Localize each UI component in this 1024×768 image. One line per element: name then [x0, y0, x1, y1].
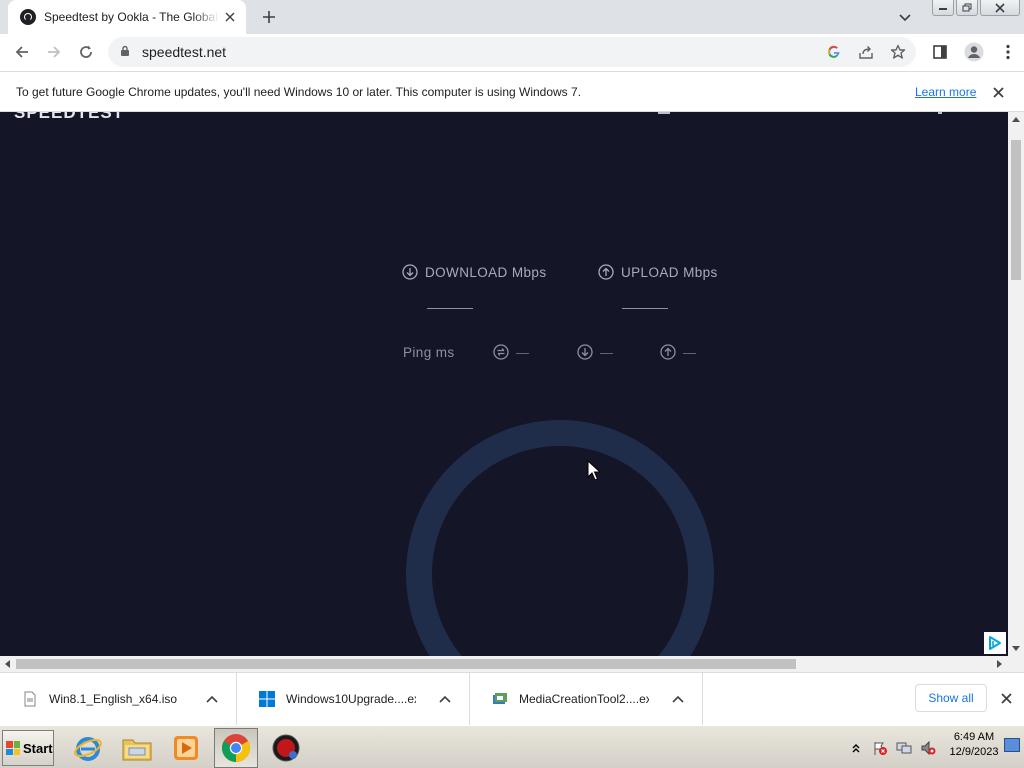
clock-time: 6:49 AM — [953, 731, 995, 743]
scroll-down-arrow-icon[interactable] — [1012, 646, 1020, 651]
chrome-taskbar-icon[interactable] — [214, 728, 258, 768]
tab-speedtest[interactable]: Speedtest by Ookla - The Global Broadban… — [8, 0, 246, 34]
speedtest-page: SPEEDTEST DOWNLOAD Mbps UPLOAD Mbps Ping… — [0, 112, 1008, 656]
address-bar[interactable]: speedtest.net — [108, 37, 916, 67]
scroll-up-arrow-icon[interactable] — [1012, 117, 1020, 122]
ping-jitter-value: — — [516, 344, 529, 360]
start-label: Start — [23, 740, 53, 756]
new-tab-button[interactable] — [258, 6, 280, 28]
download-arrow-icon — [577, 344, 593, 360]
chevron-up-icon[interactable] — [670, 691, 686, 707]
ping-download: — — [577, 344, 613, 360]
download-item[interactable]: MediaCreationTool2....exe — [470, 673, 703, 725]
lock-icon[interactable] — [120, 45, 130, 60]
windows-flag-icon — [6, 741, 20, 755]
scroll-left-arrow-icon[interactable] — [5, 660, 10, 668]
ping-upload-value: — — [683, 344, 696, 360]
scroll-right-arrow-icon[interactable] — [997, 660, 1002, 668]
chevron-up-icon[interactable] — [204, 691, 220, 707]
download-arrow-icon — [402, 264, 418, 280]
volume-muted-icon[interactable] — [920, 740, 936, 756]
clock-date: 12/9/2023 — [949, 746, 999, 758]
ping-jitter: — — [493, 344, 529, 360]
profile-avatar-icon[interactable] — [960, 38, 988, 66]
download-shelf: Win8.1_English_x64.iso Windows10Upgrade.… — [0, 672, 1024, 725]
share-icon[interactable] — [856, 42, 876, 62]
kebab-menu-icon[interactable] — [994, 38, 1022, 66]
speedtest-favicon-icon — [20, 9, 36, 25]
action-center-flag-icon[interactable] — [872, 740, 888, 756]
url-text: speedtest.net — [142, 44, 227, 60]
show-hidden-icons-icon[interactable] — [848, 740, 864, 756]
chevron-up-icon[interactable] — [437, 691, 453, 707]
back-button[interactable] — [8, 38, 36, 66]
taskbar-clock[interactable]: 6:49 AM 12/9/2023 — [944, 730, 1004, 760]
ping-label: Ping ms — [403, 345, 455, 360]
media-player-icon[interactable] — [164, 728, 208, 768]
bookmark-star-icon[interactable] — [888, 42, 908, 62]
upload-arrow-icon — [660, 344, 676, 360]
header-nav-fragment — [658, 112, 670, 114]
vertical-scroll-thumb[interactable] — [1011, 140, 1021, 280]
media-creation-tool-icon — [493, 693, 507, 704]
learn-more-link[interactable]: Learn more — [915, 85, 976, 99]
ping-upload: — — [660, 344, 696, 360]
upload-arrow-icon — [598, 264, 614, 280]
download-filename: Win8.1_English_x64.iso — [49, 692, 178, 706]
tab-title: Speedtest by Ookla - The Global Broadban… — [44, 10, 219, 24]
tab-search-chevron-icon[interactable] — [895, 8, 915, 28]
upload-label: UPLOAD Mbps — [621, 264, 718, 280]
show-all-button[interactable]: Show all — [915, 684, 987, 712]
download-filename: MediaCreationTool2....exe — [519, 692, 649, 706]
upload-value-placeholder — [622, 308, 668, 309]
side-panel-icon[interactable] — [926, 38, 954, 66]
infobar-close-icon[interactable] — [990, 84, 1006, 100]
header-nav-fragment — [938, 112, 942, 114]
download-filename: Windows10Upgrade....exe — [286, 692, 416, 706]
google-lens-icon[interactable] — [824, 42, 844, 62]
restore-button[interactable] — [956, 0, 978, 16]
download-item[interactable]: Win8.1_English_x64.iso — [0, 673, 237, 725]
speedtest-logo[interactable]: SPEEDTEST — [14, 112, 124, 123]
close-window-button[interactable] — [980, 0, 1020, 16]
network-icon[interactable] — [896, 740, 912, 756]
internet-explorer-icon[interactable] — [66, 728, 110, 768]
upload-metric: UPLOAD Mbps — [598, 264, 718, 280]
recording-app-icon[interactable] — [264, 728, 308, 768]
ping-download-value: — — [600, 344, 613, 360]
windows-taskbar: Start 6:49 AM 12/9/2023 — [0, 725, 1024, 768]
forward-button[interactable] — [40, 38, 68, 66]
download-value-placeholder — [427, 308, 473, 309]
infobar-message: To get future Google Chrome updates, you… — [16, 85, 582, 99]
mouse-cursor-icon — [587, 460, 601, 481]
browser-toolbar: speedtest.net — [0, 34, 1024, 71]
update-infobar: To get future Google Chrome updates, you… — [0, 71, 1024, 112]
window-controls — [932, 0, 1020, 16]
minimize-button[interactable] — [932, 0, 954, 16]
adchoices-icon[interactable] — [984, 632, 1006, 654]
windows-logo-icon — [259, 691, 275, 707]
start-button[interactable]: Start — [2, 730, 54, 766]
speed-gauge-ring[interactable] — [406, 420, 714, 656]
horizontal-scrollbar[interactable] — [0, 656, 1024, 672]
close-tab-icon[interactable] — [222, 9, 238, 25]
tab-strip: Speedtest by Ookla - The Global Broadban… — [0, 0, 1024, 34]
iso-file-icon — [24, 691, 36, 707]
horizontal-scroll-thumb[interactable] — [16, 659, 796, 669]
download-label: DOWNLOAD Mbps — [425, 264, 547, 280]
file-explorer-icon[interactable] — [115, 728, 159, 768]
vertical-scrollbar[interactable] — [1008, 112, 1024, 656]
jitter-icon — [493, 344, 509, 360]
download-metric: DOWNLOAD Mbps — [402, 264, 546, 280]
close-shelf-icon[interactable] — [998, 690, 1014, 706]
reload-button[interactable] — [72, 38, 100, 66]
show-desktop-button[interactable] — [1004, 738, 1020, 752]
download-item[interactable]: Windows10Upgrade....exe — [237, 673, 470, 725]
